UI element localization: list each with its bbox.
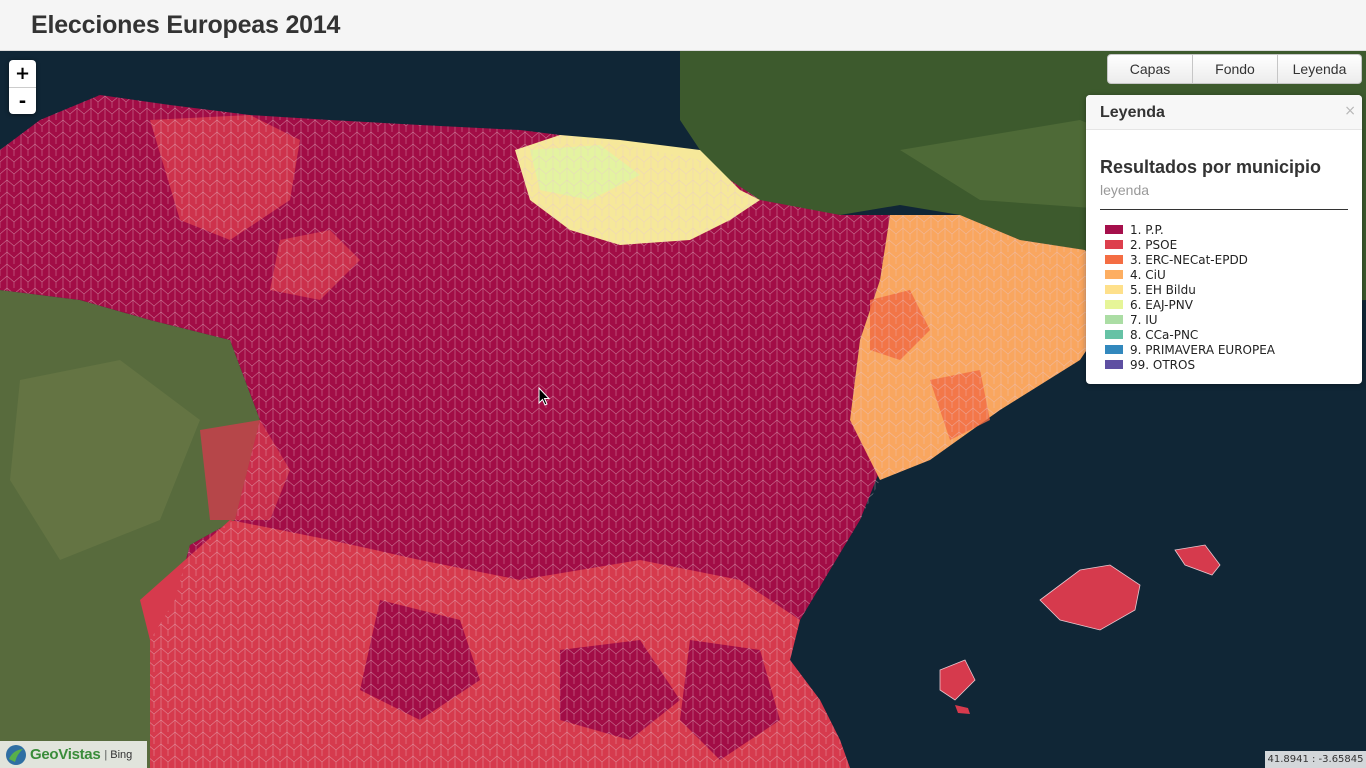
legend-label: 6. EAJ-PNV <box>1130 297 1193 312</box>
attribution-separator: | <box>104 748 108 761</box>
geovistas-logo: GeoVistas <box>30 746 101 763</box>
legend-label: 2. PSOE <box>1130 237 1178 252</box>
legend-swatch <box>1105 270 1123 279</box>
legend-item: 2. PSOE <box>1105 237 1348 252</box>
fondo-button[interactable]: Fondo <box>1193 54 1278 84</box>
zoom-in-button[interactable]: + <box>9 60 36 87</box>
geovistas-logo-icon <box>6 744 26 765</box>
legend-item: 9. PRIMAVERA EUROPEA <box>1105 342 1348 357</box>
legend-label: 5. EH Bildu <box>1130 282 1196 297</box>
legend-label: 3. ERC-NECat-EPDD <box>1130 252 1248 267</box>
legend-label: 8. CCa-PNC <box>1130 327 1199 342</box>
legend-panel: Leyenda × Resultados por municipio leyen… <box>1086 95 1362 384</box>
coordinates-readout: 41.8941 : -3.65845 <box>1265 751 1366 768</box>
legend-label: 9. PRIMAVERA EUROPEA <box>1130 342 1276 357</box>
legend-item: 99. OTROS <box>1105 357 1348 372</box>
legend-label: 99. OTROS <box>1130 357 1196 372</box>
results-subtitle: leyenda <box>1100 182 1150 198</box>
layer-toolbar: Capas Fondo Leyenda <box>1107 54 1362 84</box>
capas-button[interactable]: Capas <box>1107 54 1193 84</box>
legend-swatch <box>1105 360 1123 369</box>
legend-swatch <box>1105 315 1123 324</box>
legend-swatch <box>1105 300 1123 309</box>
results-title: Resultados por municipio <box>1100 157 1322 177</box>
close-icon[interactable]: × <box>1344 103 1356 119</box>
legend-divider <box>1100 209 1348 210</box>
legend-header: Leyenda × <box>1086 95 1362 130</box>
legend-item: 5. EH Bildu <box>1105 282 1348 297</box>
bing-link[interactable]: Bing <box>110 749 132 761</box>
legend-body: Resultados por municipio leyenda 1. P.P.… <box>1086 130 1362 372</box>
legend-item: 7. IU <box>1105 312 1348 327</box>
legend-swatch <box>1105 345 1123 354</box>
legend-label: 4. CiU <box>1130 267 1166 282</box>
page-title: Elecciones Europeas 2014 <box>31 11 341 39</box>
legend-item: 4. CiU <box>1105 267 1348 282</box>
legend-swatch <box>1105 225 1123 234</box>
legend-item: 8. CCa-PNC <box>1105 327 1348 342</box>
legend-label: 7. IU <box>1130 312 1158 327</box>
legend-swatch <box>1105 255 1123 264</box>
app-header: Elecciones Europeas 2014 <box>0 0 1366 51</box>
legend-item: 1. P.P. <box>1105 222 1348 237</box>
legend-title: Leyenda <box>1100 104 1165 121</box>
legend-label: 1. P.P. <box>1130 222 1164 237</box>
legend-item: 6. EAJ-PNV <box>1105 297 1348 312</box>
legend-item: 3. ERC-NECat-EPDD <box>1105 252 1348 267</box>
legend-list: 1. P.P. 2. PSOE 3. ERC-NECat-EPDD 4. CiU 5. … <box>1100 222 1348 372</box>
mouse-cursor-icon <box>538 387 550 406</box>
zoom-control: + - <box>9 60 36 114</box>
legend-swatch <box>1105 330 1123 339</box>
legend-swatch <box>1105 285 1123 294</box>
leyenda-button[interactable]: Leyenda <box>1278 54 1362 84</box>
legend-swatch <box>1105 240 1123 249</box>
attribution-bar: GeoVistas | Bing <box>0 741 147 768</box>
zoom-out-button[interactable]: - <box>9 87 36 114</box>
